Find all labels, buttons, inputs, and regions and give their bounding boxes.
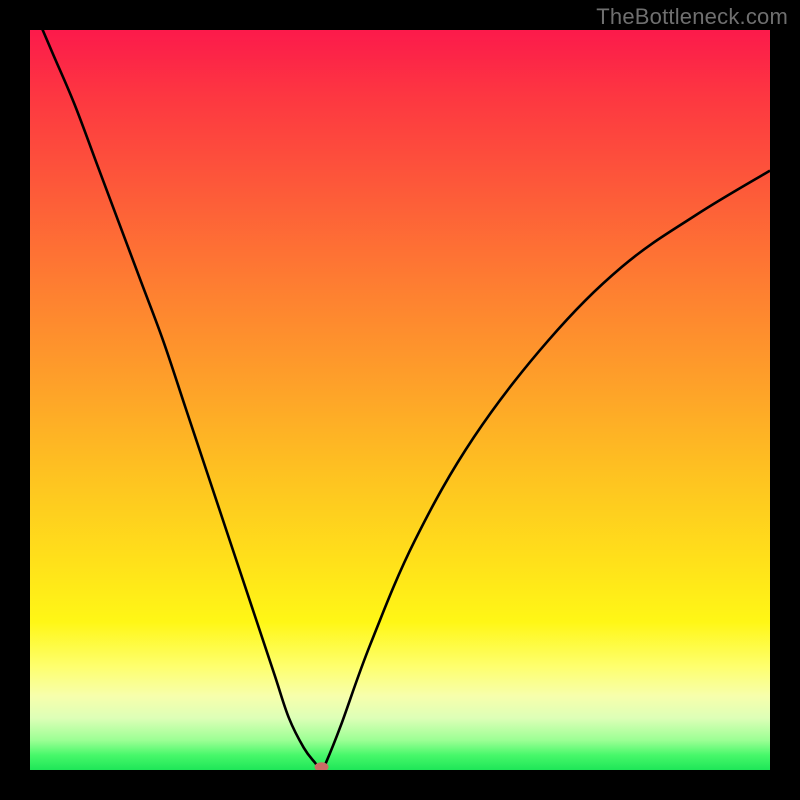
plot-area [30,30,770,770]
watermark-text: TheBottleneck.com [596,4,788,30]
chart-container: TheBottleneck.com [0,0,800,800]
bottleneck-curve [30,30,770,770]
curve-layer [30,30,770,770]
